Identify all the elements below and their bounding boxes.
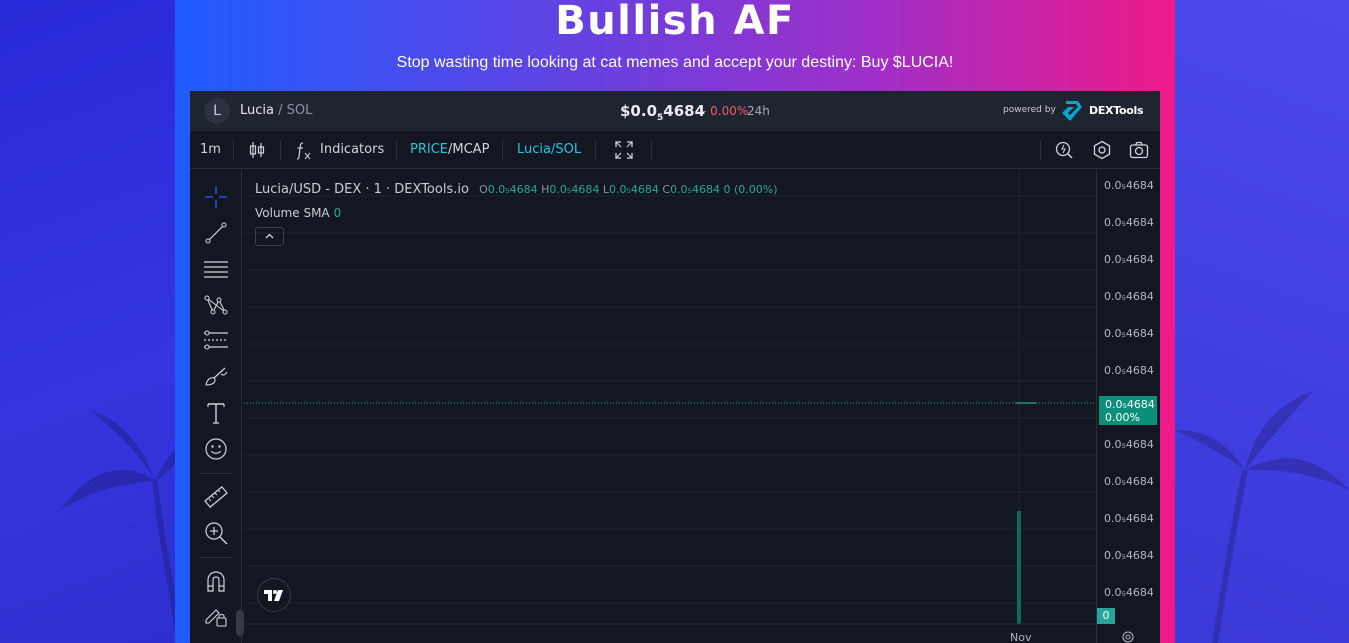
- interval-button[interactable]: 1m: [200, 142, 221, 157]
- indicators-button[interactable]: Indicators: [320, 142, 384, 157]
- price-prefix: $0.0: [620, 102, 658, 120]
- toolbar-divider: [396, 140, 397, 161]
- chart-pane[interactable]: Lucia/USD - DEX · 1 · DEXTools.io O0.0₅4…: [244, 170, 1096, 643]
- price-tick-label: 0.0₅4684: [1104, 549, 1154, 562]
- price-tick-label: 0.0₅4684: [1104, 586, 1154, 599]
- emoji-icon[interactable]: [203, 436, 229, 462]
- text-tool-icon[interactable]: [203, 400, 229, 426]
- current-price-tag: 0.0₅4684 0.00%: [1099, 396, 1157, 425]
- horizontal-lines-icon[interactable]: [203, 256, 229, 282]
- price-tick-label: 0.0₅4684: [1104, 253, 1154, 266]
- toolbar-divider: [200, 557, 232, 558]
- legend-title: Lucia/USD - DEX · 1 · DEXTools.io: [255, 182, 469, 197]
- price-axis[interactable]: 0.0₅4684 0.0₅4684 0.0₅4684 0.0₅4684 0.0₅4684…: [1096, 170, 1160, 643]
- mcap-option[interactable]: MCAP: [452, 142, 489, 157]
- fib-retracement-icon[interactable]: [203, 328, 229, 354]
- tradingview-logo-icon: [264, 590, 283, 601]
- volume-bar: [1017, 511, 1021, 624]
- pair-base: Lucia: [240, 103, 274, 118]
- brush-icon[interactable]: [203, 364, 229, 390]
- settings-icon[interactable]: [1092, 140, 1112, 160]
- zoom-in-icon[interactable]: [203, 520, 229, 546]
- chevron-up-icon: [265, 233, 274, 239]
- fullscreen-icon[interactable]: [614, 140, 634, 160]
- price-tick-label: 0.0₅4684: [1104, 438, 1154, 451]
- volume-tag: 0: [1097, 608, 1115, 624]
- volume-label: Volume SMA: [255, 206, 330, 220]
- low-value: 0.0₅4684: [608, 183, 659, 196]
- palm-tree-decoration-right: [1175, 390, 1349, 643]
- price-tick-label: 0.0₅4684: [1104, 290, 1154, 303]
- toolbar-divider: [502, 140, 503, 161]
- price-chart[interactable]: [244, 170, 1096, 643]
- price-tick-label: 0.0₅4684: [1104, 475, 1154, 488]
- ohlc-change: 0 (0.00%): [723, 183, 778, 196]
- lock-drawings-icon[interactable]: [203, 602, 229, 628]
- current-price-tag-change: 0.00%: [1105, 411, 1140, 424]
- price-tick-label: 0.0₅4684: [1104, 512, 1154, 525]
- camera-icon[interactable]: [1129, 140, 1149, 160]
- change-period: 24h: [747, 104, 770, 118]
- price-digits: 4684: [663, 102, 706, 120]
- dextools-logo-icon[interactable]: [1060, 99, 1084, 123]
- crosshair-icon[interactable]: [203, 184, 229, 210]
- chart-header: L Lucia / SOL $0.054684 - 0.00% 24h powe…: [190, 91, 1160, 131]
- price-tick-label: 0.0₅4684: [1104, 327, 1154, 340]
- magnet-icon[interactable]: [203, 568, 229, 594]
- ruler-icon[interactable]: [203, 484, 229, 510]
- toolbar-divider: [200, 473, 232, 474]
- quick-search-icon[interactable]: [1054, 140, 1074, 160]
- price-mcap-toggle[interactable]: PRICE/MCAP: [410, 142, 489, 157]
- pattern-icon[interactable]: [203, 292, 229, 318]
- high-value: 0.0₅4684: [549, 183, 600, 196]
- trend-line-icon[interactable]: [203, 220, 229, 246]
- pair-name: Lucia / SOL: [240, 103, 312, 118]
- time-axis-settings-icon[interactable]: [1120, 629, 1136, 643]
- pair-quote: / SOL: [278, 103, 313, 118]
- time-axis-label: Nov: [1010, 631, 1032, 643]
- ohlc-values: O0.0₅4684 H0.0₅4684 L0.0₅4684 C0.0₅4684 …: [479, 183, 777, 196]
- current-price-tag-value: 0.0₅4684: [1105, 398, 1155, 411]
- volume-value: 0: [333, 206, 342, 220]
- toolbar-divider: [233, 140, 234, 161]
- price-tick-label: 0.0₅4684: [1104, 179, 1154, 192]
- toolbar-divider: [595, 140, 596, 161]
- toolbar-divider: [651, 140, 652, 161]
- price-tick-label: 0.0₅4684: [1104, 216, 1154, 229]
- pair-toggle-button[interactable]: Lucia/SOL: [517, 142, 581, 157]
- page-subtitle: Stop wasting time looking at cat memes a…: [396, 54, 954, 71]
- toolbar-divider: [280, 140, 281, 161]
- chart-widget: L Lucia / SOL $0.054684 - 0.00% 24h powe…: [190, 91, 1160, 643]
- chart-legend: Lucia/USD - DEX · 1 · DEXTools.io O0.0₅4…: [255, 182, 778, 197]
- palm-tree-decoration-left: [60, 410, 190, 643]
- fx-icon[interactable]: [294, 140, 314, 160]
- current-price: $0.054684: [620, 102, 705, 123]
- candles-icon[interactable]: [247, 140, 267, 160]
- main-panel: Bullish AF Stop wasting time looking at …: [175, 0, 1175, 643]
- price-change: - 0.00%: [702, 104, 749, 118]
- collapse-legend-button[interactable]: [255, 227, 284, 246]
- price-option[interactable]: PRICE: [410, 142, 448, 157]
- volume-legend: Volume SMA 0: [255, 206, 341, 220]
- toolbar-divider: [1040, 140, 1041, 161]
- close-value: 0.0₅4684: [670, 183, 720, 196]
- powered-by-label: powered by: [1003, 105, 1056, 115]
- chart-toolbar: 1m Indicators PRICE/MCAP Lucia/SOL: [190, 131, 1160, 169]
- open-label: O: [479, 183, 488, 196]
- price-tick-label: 0.0₅4684: [1104, 364, 1154, 377]
- open-value: 0.0₅4684: [487, 183, 538, 196]
- drawing-toolbar: [190, 170, 242, 643]
- tradingview-logo[interactable]: [257, 578, 291, 612]
- dextools-brand[interactable]: DEXTools: [1089, 104, 1144, 117]
- toolbar-scrollbar[interactable]: [236, 610, 244, 636]
- token-avatar: L: [204, 98, 230, 124]
- close-label: C: [662, 183, 671, 196]
- page-title: Bullish AF: [555, 0, 795, 44]
